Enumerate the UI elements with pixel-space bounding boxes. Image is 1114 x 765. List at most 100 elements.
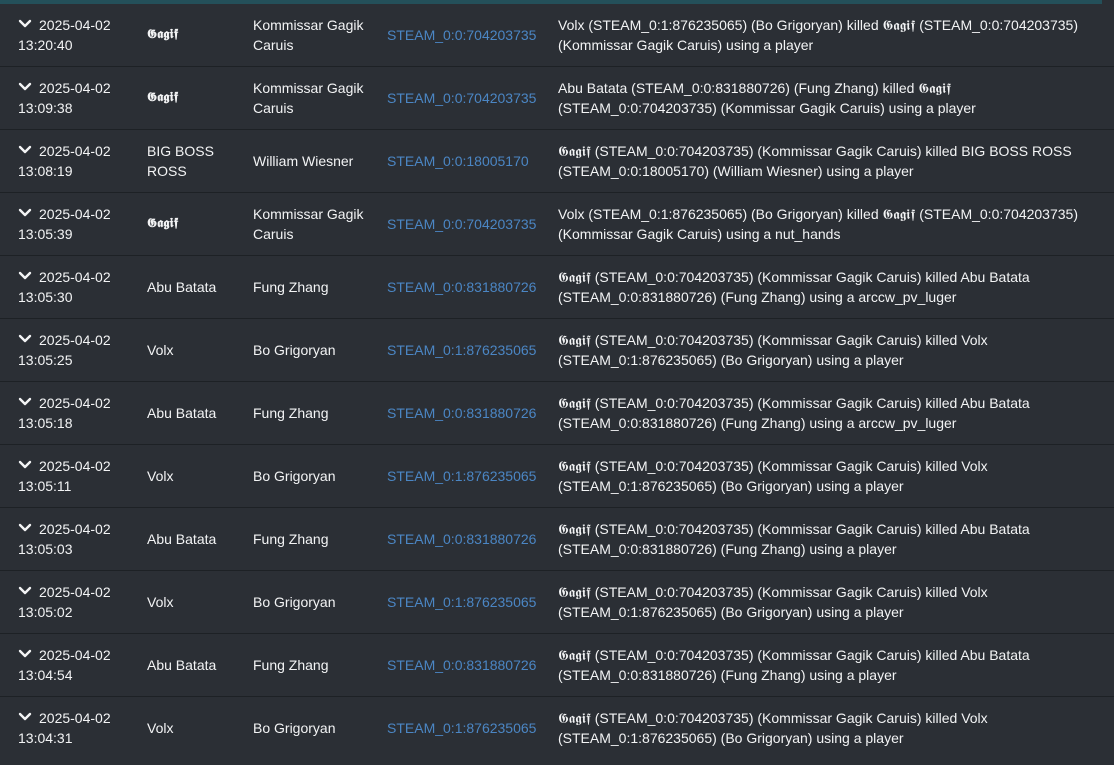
log-time: 13:20:40 bbox=[18, 37, 73, 53]
steam-id-cell: STEAM_0:0:704203735 bbox=[387, 4, 552, 66]
chevron-down-icon[interactable] bbox=[18, 19, 32, 29]
character-name: William Wiesner bbox=[253, 153, 354, 169]
description-cell: 𝕲𝖆𝖌𝖎𝖋 (STEAM_0:0:704203735) (Kommissar G… bbox=[558, 445, 1103, 507]
timestamp-cell: 2025-04-02 13:05:02 bbox=[18, 571, 138, 633]
steam-id-link[interactable]: STEAM_0:0:831880726 bbox=[387, 529, 536, 549]
player-name: Abu Batata bbox=[147, 279, 217, 295]
character-name-cell: William Wiesner bbox=[253, 130, 383, 192]
chevron-down-icon[interactable] bbox=[18, 271, 32, 281]
log-date: 2025-04-02 bbox=[39, 143, 111, 159]
player-name-cell: Volx bbox=[147, 319, 247, 381]
steam-id-link[interactable]: STEAM_0:0:831880726 bbox=[387, 277, 536, 297]
log-row[interactable]: 2025-04-02 13:05:30 Abu Batata Fung Zhan… bbox=[0, 256, 1114, 319]
steam-id-link[interactable]: STEAM_0:1:876235065 bbox=[387, 592, 536, 612]
log-date: 2025-04-02 bbox=[39, 710, 111, 726]
log-row[interactable]: 2025-04-02 13:08:19 BIG BOSS ROSS Willia… bbox=[0, 130, 1114, 193]
steam-id-link[interactable]: STEAM_0:1:876235065 bbox=[387, 466, 536, 486]
log-time: 13:05:18 bbox=[18, 415, 73, 431]
steam-id-cell: STEAM_0:1:876235065 bbox=[387, 445, 552, 507]
player-name: 𝕲𝖆𝖌𝖎𝖋 bbox=[147, 90, 179, 105]
steam-id-link[interactable]: STEAM_0:0:831880726 bbox=[387, 655, 536, 675]
log-time: 13:05:02 bbox=[18, 604, 73, 620]
character-name: Kommissar Gagik Caruis bbox=[253, 80, 364, 116]
chevron-down-icon[interactable] bbox=[18, 649, 32, 659]
chevron-down-icon[interactable] bbox=[18, 712, 32, 722]
character-name: Bo Grigoryan bbox=[253, 720, 336, 736]
character-name: Fung Zhang bbox=[253, 657, 329, 673]
log-description: 𝕲𝖆𝖌𝖎𝖋 (STEAM_0:0:704203735) (Kommissar G… bbox=[558, 395, 1030, 431]
steam-id-link[interactable]: STEAM_0:1:876235065 bbox=[387, 340, 536, 360]
timestamp-cell: 2025-04-02 13:09:38 bbox=[18, 67, 138, 129]
character-name-cell: Bo Grigoryan bbox=[253, 571, 383, 633]
character-name-cell: Kommissar Gagik Caruis bbox=[253, 67, 383, 129]
log-date: 2025-04-02 bbox=[39, 206, 111, 222]
description-cell: 𝕲𝖆𝖌𝖎𝖋 (STEAM_0:0:704203735) (Kommissar G… bbox=[558, 130, 1103, 192]
chevron-down-icon[interactable] bbox=[18, 82, 32, 92]
description-cell: Volx (STEAM_0:1:876235065) (Bo Grigoryan… bbox=[558, 193, 1103, 255]
character-name-cell: Fung Zhang bbox=[253, 382, 383, 444]
log-row[interactable]: 2025-04-02 13:05:25 Volx Bo Grigoryan ST… bbox=[0, 319, 1114, 382]
log-date: 2025-04-02 bbox=[39, 332, 111, 348]
steam-id-cell: STEAM_0:0:831880726 bbox=[387, 382, 552, 444]
steam-id-link[interactable]: STEAM_0:0:704203735 bbox=[387, 214, 536, 234]
player-name-cell: Volx bbox=[147, 445, 247, 507]
character-name-cell: Bo Grigoryan bbox=[253, 319, 383, 381]
log-row[interactable]: 2025-04-02 13:05:39 𝕲𝖆𝖌𝖎𝖋 Kommissar Gagi… bbox=[0, 193, 1114, 256]
timestamp-cell: 2025-04-02 13:05:03 bbox=[18, 508, 138, 570]
description-cell: 𝕲𝖆𝖌𝖎𝖋 (STEAM_0:0:704203735) (Kommissar G… bbox=[558, 256, 1103, 318]
description-cell: 𝕲𝖆𝖌𝖎𝖋 (STEAM_0:0:704203735) (Kommissar G… bbox=[558, 382, 1103, 444]
character-name: Bo Grigoryan bbox=[253, 468, 336, 484]
chevron-down-icon[interactable] bbox=[18, 586, 32, 596]
character-name: Fung Zhang bbox=[253, 531, 329, 547]
character-name: Kommissar Gagik Caruis bbox=[253, 206, 364, 242]
character-name-cell: Bo Grigoryan bbox=[253, 445, 383, 507]
log-row[interactable]: 2025-04-02 13:05:02 Volx Bo Grigoryan ST… bbox=[0, 571, 1114, 634]
log-row[interactable]: 2025-04-02 13:05:18 Abu Batata Fung Zhan… bbox=[0, 382, 1114, 445]
player-name-cell: Abu Batata bbox=[147, 508, 247, 570]
log-row[interactable]: 2025-04-02 13:05:03 Abu Batata Fung Zhan… bbox=[0, 508, 1114, 571]
steam-id-link[interactable]: STEAM_0:1:876235065 bbox=[387, 718, 536, 738]
character-name-cell: Bo Grigoryan bbox=[253, 697, 383, 759]
character-name: Kommissar Gagik Caruis bbox=[253, 17, 364, 53]
player-name: Abu Batata bbox=[147, 531, 217, 547]
log-row[interactable]: 2025-04-02 13:04:54 Abu Batata Fung Zhan… bbox=[0, 634, 1114, 697]
description-cell: 𝕲𝖆𝖌𝖎𝖋 (STEAM_0:0:704203735) (Kommissar G… bbox=[558, 634, 1103, 696]
chevron-down-icon[interactable] bbox=[18, 208, 32, 218]
timestamp-cell: 2025-04-02 13:05:18 bbox=[18, 382, 138, 444]
timestamp-cell: 2025-04-02 13:05:25 bbox=[18, 319, 138, 381]
steam-id-link[interactable]: STEAM_0:0:831880726 bbox=[387, 403, 536, 423]
steam-id-link[interactable]: STEAM_0:0:704203735 bbox=[387, 88, 536, 108]
steam-id-cell: STEAM_0:0:18005170 bbox=[387, 130, 552, 192]
steam-id-cell: STEAM_0:0:831880726 bbox=[387, 256, 552, 318]
character-name: Bo Grigoryan bbox=[253, 342, 336, 358]
chevron-down-icon[interactable] bbox=[18, 460, 32, 470]
player-name-cell: Volx bbox=[147, 697, 247, 759]
log-date: 2025-04-02 bbox=[39, 647, 111, 663]
chevron-down-icon[interactable] bbox=[18, 397, 32, 407]
steam-id-link[interactable]: STEAM_0:0:18005170 bbox=[387, 151, 529, 171]
steam-id-cell: STEAM_0:0:831880726 bbox=[387, 508, 552, 570]
chevron-down-icon[interactable] bbox=[18, 145, 32, 155]
player-name: 𝕲𝖆𝖌𝖎𝖋 bbox=[147, 216, 179, 231]
chevron-down-icon[interactable] bbox=[18, 334, 32, 344]
log-date: 2025-04-02 bbox=[39, 269, 111, 285]
player-name: Abu Batata bbox=[147, 405, 217, 421]
character-name: Bo Grigoryan bbox=[253, 594, 336, 610]
player-name-cell: Volx bbox=[147, 571, 247, 633]
log-row[interactable]: 2025-04-02 13:05:11 Volx Bo Grigoryan ST… bbox=[0, 445, 1114, 508]
player-name: Volx bbox=[147, 342, 174, 358]
log-description: Abu Batata (STEAM_0:0:831880726) (Fung Z… bbox=[558, 80, 976, 116]
chevron-down-icon[interactable] bbox=[18, 523, 32, 533]
steam-id-cell: STEAM_0:0:704203735 bbox=[387, 67, 552, 129]
log-description: 𝕲𝖆𝖌𝖎𝖋 (STEAM_0:0:704203735) (Kommissar G… bbox=[558, 647, 1030, 683]
log-row[interactable]: 2025-04-02 13:09:38 𝕲𝖆𝖌𝖎𝖋 Kommissar Gagi… bbox=[0, 67, 1114, 130]
log-description: Volx (STEAM_0:1:876235065) (Bo Grigoryan… bbox=[558, 17, 1078, 53]
log-description: 𝕲𝖆𝖌𝖎𝖋 (STEAM_0:0:704203735) (Kommissar G… bbox=[558, 143, 1072, 179]
steam-id-cell: STEAM_0:0:704203735 bbox=[387, 193, 552, 255]
steam-id-link[interactable]: STEAM_0:0:704203735 bbox=[387, 25, 536, 45]
log-row[interactable]: 2025-04-02 13:04:31 Volx Bo Grigoryan ST… bbox=[0, 697, 1114, 760]
timestamp-cell: 2025-04-02 13:04:54 bbox=[18, 634, 138, 696]
character-name: Fung Zhang bbox=[253, 405, 329, 421]
description-cell: Volx (STEAM_0:1:876235065) (Bo Grigoryan… bbox=[558, 4, 1103, 66]
log-row[interactable]: 2025-04-02 13:20:40 𝕲𝖆𝖌𝖎𝖋 Kommissar Gagi… bbox=[0, 4, 1114, 67]
